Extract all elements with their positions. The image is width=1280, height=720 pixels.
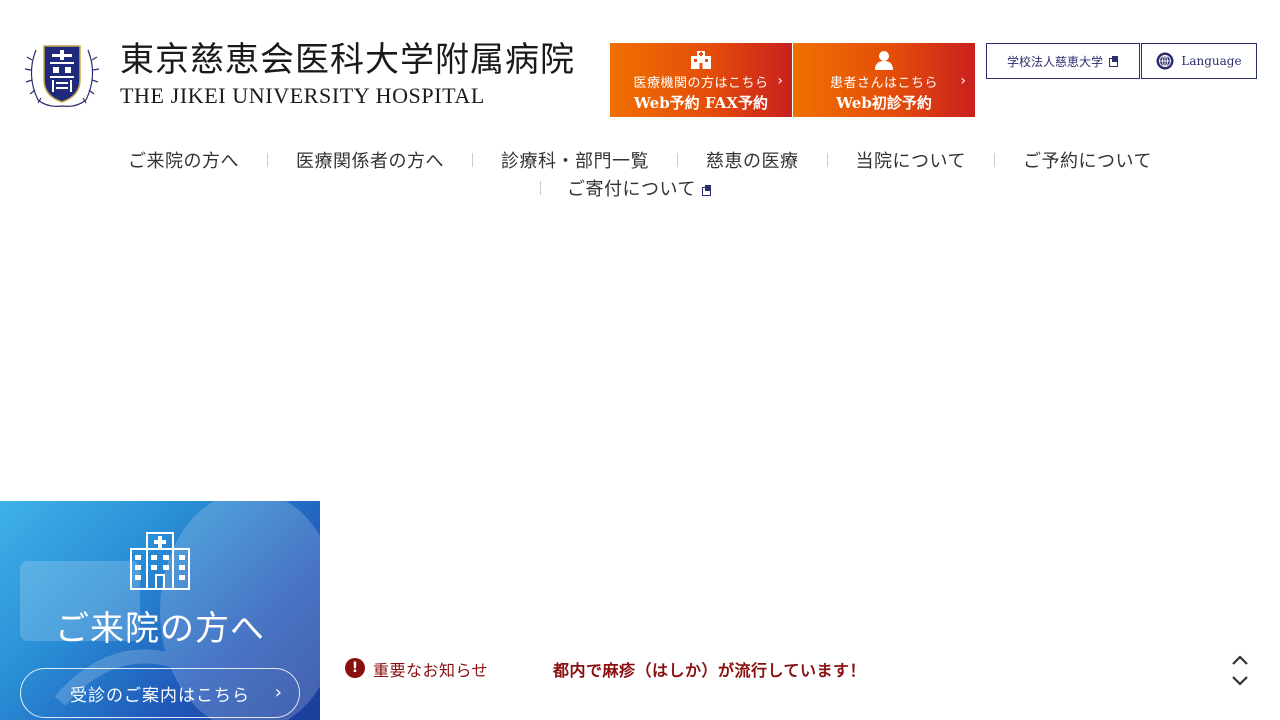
external-link-icon <box>1109 56 1119 67</box>
consultation-guide-label: 受診のご案内はこちら <box>70 685 250 706</box>
nav-item-reservations[interactable]: ご予約について <box>995 147 1180 173</box>
important-notice-label: 重要なお知らせ <box>373 661 489 680</box>
alert-icon: ! <box>345 658 365 678</box>
nav-item-departments[interactable]: 診療科・部門一覧 <box>473 147 677 173</box>
nav-item-donations[interactable]: ご寄付について <box>541 175 740 201</box>
person-icon <box>875 51 893 70</box>
reservation-line1: 医療機関の方はこちら <box>633 76 769 91</box>
language-button[interactable]: Language <box>1141 43 1257 79</box>
university-link-label: 学校法人慈恵大学 <box>1006 54 1103 69</box>
reservation-line2: Web予約 FAX予約 <box>634 94 768 112</box>
notice-scroll-control <box>1232 655 1248 686</box>
logo-name-en: THE JIKEI UNIVERSITY HOSPITAL <box>120 83 485 108</box>
consultation-guide-button[interactable]: 受診のご案内はこちら › <box>20 668 300 718</box>
nav-item-about[interactable]: 当院について <box>828 147 994 173</box>
notice-link[interactable]: 都内で麻疹（はしか）が流行しています！ <box>553 657 866 681</box>
hospital-building-icon <box>130 532 190 590</box>
nav-donations-label: ご寄付について <box>567 179 696 200</box>
medical-institution-reservation-button[interactable]: 医療機関の方はこちら Web予約 FAX予約 › <box>610 43 792 117</box>
patient-reservation-button[interactable]: 患者さんはこちら Web初診予約 › <box>793 43 975 117</box>
visitor-panel-title: ご来院の方へ <box>55 609 265 649</box>
language-label: Language <box>1181 54 1242 68</box>
nav-item-medical-professionals[interactable]: 医療関係者の方へ <box>268 147 472 173</box>
external-link-icon <box>701 185 712 196</box>
chevron-down-icon[interactable] <box>1232 676 1248 686</box>
logo-name-ja: 東京慈恵会医科大学附属病院 <box>120 40 575 80</box>
nav-item-jikei-medicine[interactable]: 慈恵の医療 <box>678 147 827 173</box>
hospital-icon <box>691 51 711 69</box>
chevron-up-icon[interactable] <box>1232 655 1248 665</box>
chevron-right-icon: › <box>274 682 283 703</box>
chevron-right-icon: › <box>960 73 966 89</box>
university-emblem-icon <box>24 45 100 107</box>
nav-item-visitors[interactable]: ご来院の方へ <box>100 147 267 173</box>
hospital-logo[interactable]: 東京慈恵会医科大学附属病院 THE JIKEI UNIVERSITY HOSPI… <box>22 40 575 110</box>
globe-icon <box>1156 52 1174 70</box>
reservation-line1: 患者さんはこちら <box>829 76 938 91</box>
reservation-line2: Web初診予約 <box>836 94 932 112</box>
chevron-right-icon: › <box>777 73 783 89</box>
university-link-button[interactable]: 学校法人慈恵大学 <box>986 43 1140 79</box>
visitor-info-panel[interactable]: ご来院の方へ 受診のご案内はこちら › <box>0 501 320 720</box>
main-navigation: ご来院の方へ 医療関係者の方へ 診療科・部門一覧 慈恵の医療 当院について ご予… <box>0 146 1280 202</box>
